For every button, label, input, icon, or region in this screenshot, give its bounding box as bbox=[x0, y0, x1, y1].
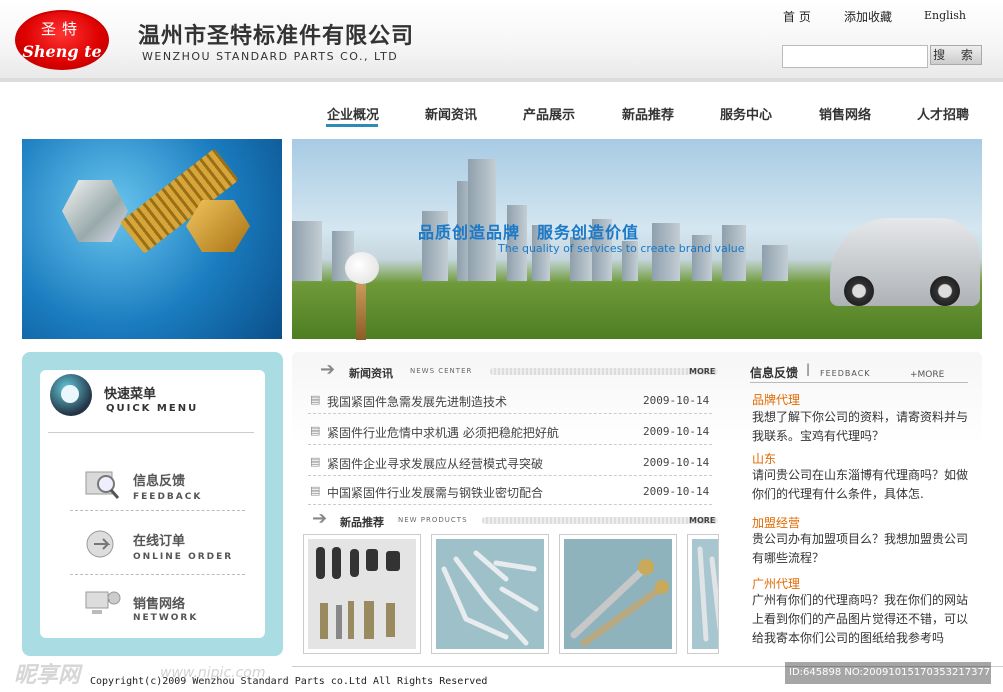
news-item-title[interactable]: 紧固件行业危情中求机遇 必须把稳舵把好航 bbox=[327, 424, 559, 441]
add-favorite-link[interactable]: 添加收藏 bbox=[844, 8, 892, 25]
logo-text-script: Sheng te bbox=[22, 42, 102, 61]
baseball-bat-image bbox=[356, 284, 366, 340]
home-link[interactable]: 首 页 bbox=[783, 8, 811, 25]
products-more-link[interactable]: MORE bbox=[689, 516, 715, 525]
feedback-item-heading[interactable]: 广州代理 bbox=[752, 575, 800, 592]
news-section-bar bbox=[490, 368, 718, 375]
product-thumbnail[interactable] bbox=[687, 534, 719, 654]
nav-item-products[interactable]: 产品展示 bbox=[523, 104, 575, 123]
news-item-date: 2009-10-14 bbox=[643, 485, 710, 498]
globe-arrow-icon[interactable] bbox=[84, 526, 120, 562]
company-logo[interactable]: 圣特 Sheng te bbox=[15, 10, 109, 70]
quick-menu-feedback-label[interactable]: 信息反馈 bbox=[133, 470, 185, 489]
news-row-divider bbox=[308, 504, 712, 505]
search-button[interactable]: 搜 索 bbox=[930, 45, 982, 65]
car-image bbox=[830, 218, 980, 306]
feedback-item-text: 广州有你们的代理商吗？我在你们的网站上看到你们的产品图片觉得还不错，可以给我寄本… bbox=[752, 593, 969, 645]
banner-slogan-en: The quality of services to create brand … bbox=[498, 242, 745, 255]
feedback-item-text: 我想了解下你公司的资料，请寄资料并与我联系。宝鸡有代理吗？ bbox=[752, 410, 969, 443]
news-item-date: 2009-10-14 bbox=[643, 456, 710, 469]
quick-menu-separator bbox=[70, 574, 245, 575]
nav-item-careers[interactable]: 人才招聘 bbox=[917, 104, 969, 123]
news-row-divider bbox=[308, 413, 712, 414]
news-item-date: 2009-10-14 bbox=[643, 394, 710, 407]
quick-menu-icon bbox=[50, 374, 92, 416]
list-bullet-icon: ▤ bbox=[310, 393, 321, 406]
feedback-section-title-en: FEEDBACK bbox=[820, 369, 871, 378]
watermark-url: www.nipic.com bbox=[160, 665, 266, 681]
magnifier-folder-icon[interactable] bbox=[84, 466, 120, 502]
feedback-item-heading[interactable]: 山东 bbox=[752, 450, 776, 467]
quick-menu-feedback-en: FEEDBACK bbox=[133, 492, 203, 502]
products-section-bar bbox=[482, 517, 718, 524]
watermark-logo: 昵享网 bbox=[14, 663, 81, 688]
news-item-date: 2009-10-14 bbox=[643, 425, 710, 438]
list-bullet-icon: ▤ bbox=[310, 424, 321, 437]
quick-menu-network-label[interactable]: 销售网络 bbox=[133, 593, 185, 612]
english-link[interactable]: English bbox=[924, 9, 966, 22]
network-computer-icon[interactable] bbox=[82, 586, 121, 622]
nav-item-company-profile[interactable]: 企业概况 bbox=[327, 104, 379, 123]
news-arrow-icon: ➔ bbox=[320, 359, 336, 380]
quick-menu-divider bbox=[48, 432, 254, 433]
nav-item-sales-network[interactable]: 销售网络 bbox=[819, 104, 871, 123]
news-item-title[interactable]: 中国紧固件行业发展需与钢铁业密切配合 bbox=[327, 484, 543, 501]
news-more-link[interactable]: MORE bbox=[689, 367, 715, 376]
product-thumbnail[interactable] bbox=[303, 534, 421, 654]
quick-menu-network-en: NETWORK bbox=[133, 613, 199, 623]
nav-item-service-center[interactable]: 服务中心 bbox=[720, 104, 772, 123]
news-section-title: 新闻资讯 bbox=[349, 367, 393, 380]
feedback-item-text: 贵公司办有加盟项目么？我想加盟贵公司有哪些流程？ bbox=[752, 532, 969, 565]
products-arrow-icon: ➔ bbox=[312, 508, 328, 529]
feedback-title-separator: | bbox=[806, 362, 811, 376]
news-item-title[interactable]: 我国紧固件急需发展先进制造技术 bbox=[327, 393, 507, 410]
feedback-header-divider bbox=[750, 382, 968, 383]
list-bullet-icon: ▤ bbox=[310, 455, 321, 468]
quick-menu-order-label[interactable]: 在线订单 bbox=[133, 530, 185, 549]
baseball-image bbox=[345, 252, 379, 284]
company-name-cn: 温州市圣特标准件有限公司 bbox=[138, 24, 415, 49]
products-section-title-en: NEW PRODUCTS bbox=[398, 516, 468, 524]
product-thumbnail[interactable] bbox=[559, 534, 677, 654]
watermark-id-badge: ID:645898 NO:20091015170353217377 bbox=[785, 662, 991, 684]
feedback-section-title: 信息反馈 bbox=[750, 366, 799, 380]
feedback-more-link[interactable]: +MORE bbox=[910, 370, 944, 380]
logo-text-top: 圣特 bbox=[40, 20, 83, 38]
search-input[interactable] bbox=[782, 45, 928, 68]
quick-menu-order-en: ONLINE ORDER bbox=[133, 552, 234, 562]
quick-menu-separator bbox=[70, 510, 245, 511]
news-row-divider bbox=[308, 444, 712, 445]
product-thumbnail[interactable] bbox=[431, 534, 549, 654]
banner-slogan-cn: 品质创造品牌 服务创造价值 bbox=[418, 223, 640, 242]
quick-menu-title-cn: 快速菜单 bbox=[104, 387, 157, 402]
header-divider bbox=[0, 78, 1003, 82]
products-section-title: 新品推荐 bbox=[340, 516, 384, 529]
copyright-text: Copyright(c)2009 Wenzhou Standard Parts … bbox=[90, 676, 488, 687]
feedback-item-text: 请问贵公司在山东淄博有代理商吗？如做你们的代理有什么条件，具体怎. bbox=[752, 468, 969, 501]
company-name-en: WENZHOU STANDARD PARTS CO., LTD bbox=[142, 50, 399, 63]
nav-active-indicator bbox=[326, 124, 378, 127]
nav-item-news[interactable]: 新闻资讯 bbox=[425, 104, 477, 123]
quick-menu-title-en: QUICK MENU bbox=[106, 403, 199, 414]
feedback-item-heading[interactable]: 品牌代理 bbox=[752, 391, 800, 408]
news-section-title-en: NEWS CENTER bbox=[410, 367, 473, 375]
list-bullet-icon: ▤ bbox=[310, 484, 321, 497]
nav-item-new-products[interactable]: 新品推荐 bbox=[622, 104, 674, 123]
feedback-item-heading[interactable]: 加盟经营 bbox=[752, 514, 800, 531]
news-item-title[interactable]: 紧固件企业寻求发展应从经营模式寻突破 bbox=[327, 455, 543, 472]
news-row-divider bbox=[308, 475, 712, 476]
